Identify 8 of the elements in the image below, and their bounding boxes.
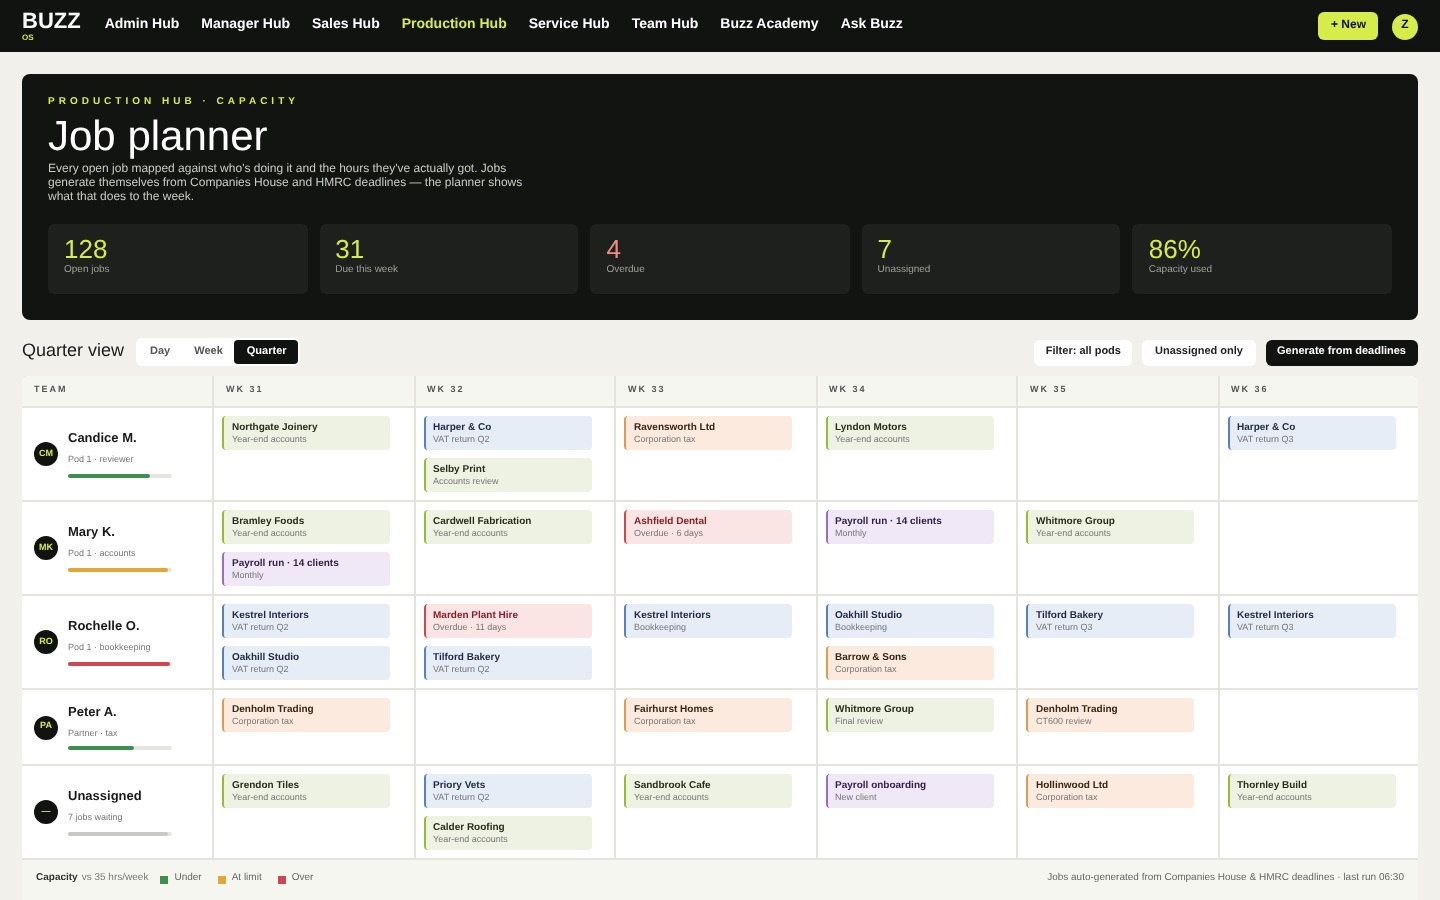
stat-value: 7 (877, 233, 895, 263)
stat-value: 31 (335, 233, 367, 263)
logo[interactable]: BUZZ (22, 11, 81, 33)
stat-value: 86% (1148, 233, 1203, 263)
page-title: Job planner (48, 113, 270, 161)
view-title: Quarter view (22, 338, 125, 365)
stat-value: 4 (606, 233, 623, 263)
stat-value: 128 (64, 233, 110, 263)
